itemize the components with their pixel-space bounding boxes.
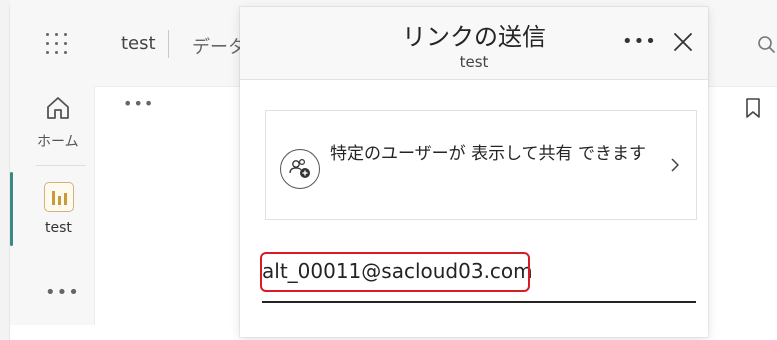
search-icon[interactable] [758,36,776,59]
rail-more-icon[interactable]: ••• [45,282,80,303]
dialog-header: リンクの送信 test ••• [240,7,708,80]
home-icon[interactable] [44,94,72,122]
breadcrumb-separator [168,30,169,58]
bookmark-icon[interactable] [745,98,761,119]
people-add-icon [280,149,320,189]
email-highlight-box [260,252,530,292]
bar-chart-app-icon[interactable] [44,182,74,212]
rail-active-indicator [10,172,13,246]
rail-home-label[interactable]: ホーム [37,131,79,151]
rail-app-label[interactable]: test [45,220,72,236]
sharing-permissions-button[interactable]: 特定のユーザーが 表示して共有 できます [265,110,697,220]
rail-divider [36,165,86,166]
breadcrumb-item[interactable]: データ [192,33,246,59]
content-more-icon[interactable]: ••• [123,94,154,113]
sharing-permissions-text: 特定のユーザーが 表示して共有 できます [330,144,646,164]
app-launcher-icon[interactable] [46,33,68,55]
breadcrumb-item[interactable]: test [121,33,156,54]
more-options-button[interactable]: ••• [622,31,657,52]
chevron-right-icon [670,157,680,172]
dialog-subtitle: test [459,53,489,71]
close-icon[interactable] [672,31,694,53]
